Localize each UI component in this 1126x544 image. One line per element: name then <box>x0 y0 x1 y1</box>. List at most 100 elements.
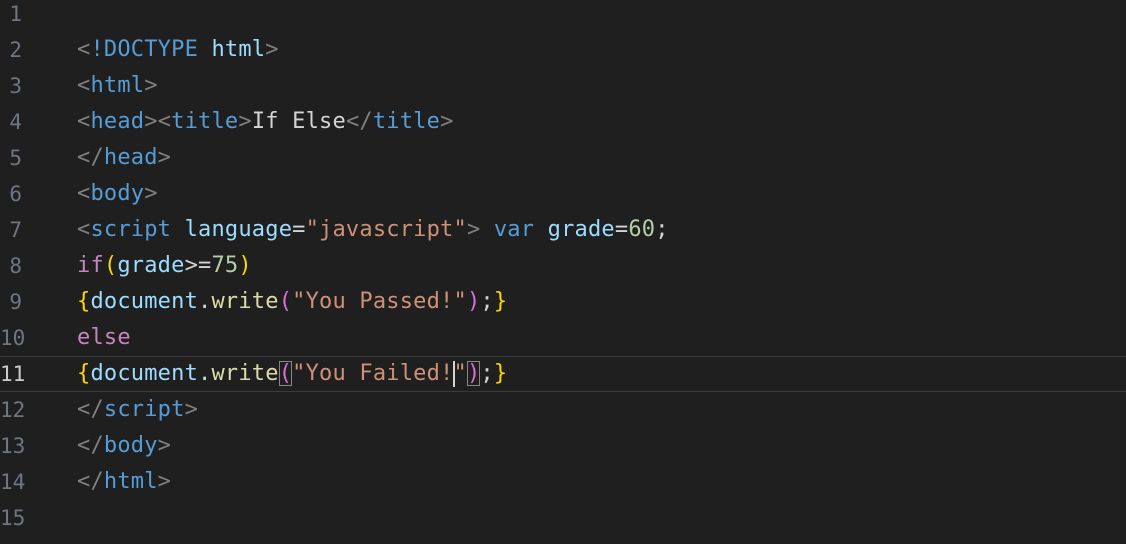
code-line[interactable]: 12 </script> <box>0 392 1126 428</box>
code-line[interactable]: 5 </head> <box>0 140 1126 176</box>
code-content: </head> <box>77 140 171 176</box>
code-line[interactable]: 14 </html> <box>0 464 1126 500</box>
code-token: grade <box>117 253 185 278</box>
code-token: ( <box>278 361 293 386</box>
code-content: </html> <box>77 464 171 500</box>
code-content: <!DOCTYPE html> <box>77 32 279 68</box>
code-token: } <box>493 361 508 386</box>
code-token: body <box>103 433 158 458</box>
code-token: > <box>157 469 172 494</box>
code-token: ; <box>480 289 494 314</box>
code-token: . <box>198 289 212 314</box>
code-line[interactable]: 4 <head><title>If Else</title> <box>0 104 1126 140</box>
code-token: < <box>157 109 172 134</box>
code-token: ( <box>103 253 118 278</box>
code-token: "You Passed!" <box>292 289 467 314</box>
code-content: if(grade>=75) <box>77 248 252 284</box>
code-editor[interactable]: 1 2 <!DOCTYPE html> 3 <html> 4 <head><title>If… <box>0 0 1126 544</box>
code-token: < <box>77 73 91 98</box>
code-line[interactable]: 7 <script language="javascript"> var grad… <box>0 212 1126 248</box>
code-line[interactable]: 9 {document.write("You Passed!");} <box>0 284 1126 320</box>
line-number: 10 <box>0 326 26 350</box>
line-number: 1 <box>9 2 22 26</box>
code-token: !DOCTYPE <box>90 37 199 62</box>
code-line[interactable]: 2 <!DOCTYPE html> <box>0 32 1126 68</box>
code-line[interactable]: 1 <box>0 0 1126 32</box>
code-token: > <box>157 433 172 458</box>
code-token: > <box>265 37 279 62</box>
code-line[interactable]: 8 if(grade>=75) <box>0 248 1126 284</box>
code-token: { <box>77 361 91 386</box>
code-token: < <box>77 217 91 242</box>
code-token: </ <box>77 433 104 458</box>
line-number: 7 <box>9 218 22 242</box>
code-token: script <box>103 397 185 422</box>
code-line[interactable]: 3 <html> <box>0 68 1126 104</box>
code-token: "javascript" <box>305 217 467 242</box>
code-token: if <box>77 253 104 278</box>
line-number: 3 <box>9 74 22 98</box>
code-token: </ <box>77 145 104 170</box>
code-token: head <box>103 145 158 170</box>
code-line[interactable]: 15 <box>0 500 1126 536</box>
code-content: <head><title>If Else</title> <box>77 104 454 140</box>
code-line[interactable]: 10 else <box>0 320 1126 356</box>
code-token: "You Failed! <box>292 361 454 386</box>
code-content: </body> <box>77 428 171 464</box>
code-token: " <box>453 361 467 386</box>
code-token: </ <box>345 109 373 134</box>
line-number: 14 <box>0 470 26 494</box>
code-line[interactable]: 6 <body> <box>0 176 1126 212</box>
code-token: ) <box>466 289 481 314</box>
code-token: > <box>238 109 252 134</box>
code-content: else <box>77 320 131 356</box>
line-number: 11 <box>0 362 26 386</box>
code-content: <body> <box>77 176 158 212</box>
code-token: </ <box>77 469 104 494</box>
code-token: If Else <box>251 109 346 134</box>
code-token: document <box>90 361 199 386</box>
code-token: title <box>171 109 239 134</box>
code-token: } <box>493 289 508 314</box>
code-token: >= <box>184 253 212 278</box>
code-token: html <box>211 37 266 62</box>
code-content: <script language="javascript"> var grade… <box>77 212 669 248</box>
code-content: </script> <box>77 392 198 428</box>
code-token: { <box>77 289 91 314</box>
code-line[interactable]: 11 {document.write("You Failed!");} <box>0 356 1126 392</box>
code-token: > <box>157 145 172 170</box>
line-number: 13 <box>0 434 26 458</box>
code-token: < <box>77 181 91 206</box>
code-token: else <box>77 325 131 350</box>
code-token: > <box>144 109 158 134</box>
code-token: script <box>90 217 172 242</box>
line-number: 12 <box>0 398 26 422</box>
code-token: = <box>614 217 629 242</box>
code-token: ) <box>466 361 481 386</box>
code-token: ( <box>278 289 293 314</box>
code-token: html <box>90 73 145 98</box>
code-token: > <box>144 181 158 206</box>
code-content: {document.write("You Failed!");} <box>77 356 507 392</box>
code-token: > <box>144 73 158 98</box>
code-token: body <box>90 181 145 206</box>
line-number: 8 <box>9 254 22 278</box>
code-token: write <box>211 361 279 386</box>
code-token: html <box>103 469 158 494</box>
code-token: write <box>211 289 279 314</box>
code-token: > <box>184 397 199 422</box>
code-token: head <box>90 109 145 134</box>
code-token: ) <box>238 253 252 278</box>
code-token: > <box>466 217 481 242</box>
code-token: > <box>440 109 454 134</box>
code-token: < <box>77 109 91 134</box>
code-line[interactable]: 13 </body> <box>0 428 1126 464</box>
line-number: 9 <box>9 290 22 314</box>
line-number: 4 <box>9 110 22 134</box>
line-number: 2 <box>9 38 22 62</box>
code-token: = <box>292 217 306 242</box>
